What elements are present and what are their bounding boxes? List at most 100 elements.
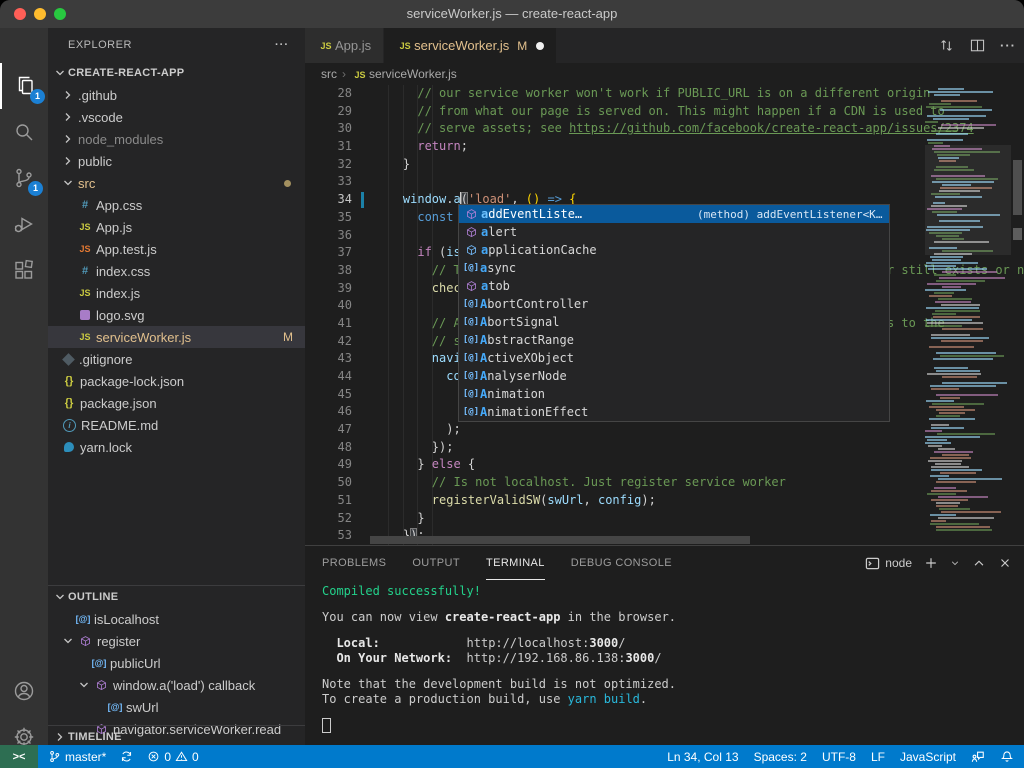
panel-tab-DEBUG CONSOLE[interactable]: DEBUG CONSOLE (571, 546, 672, 579)
panel-tab-TERMINAL[interactable]: TERMINAL (485, 546, 545, 580)
suggest-item-AnalyserNode[interactable]: [@] AnalyserNode (459, 367, 889, 385)
line-number[interactable]: 38 (305, 262, 352, 280)
suggest-item-AnimationEffect[interactable]: [@] AnimationEffect (459, 403, 889, 421)
suggest-item-applicationCache[interactable]: a pplicationCache (459, 241, 889, 259)
line-number[interactable]: 28 (305, 85, 352, 103)
sync-status[interactable] (120, 750, 133, 763)
editor-tab-App.js[interactable]: JS App.js (305, 28, 384, 63)
code-line-51[interactable]: 51 registerValidSW(swUrl, config); (305, 492, 1024, 510)
project-root-row[interactable]: CREATE-REACT-APP (48, 62, 305, 84)
tree-item-public[interactable]: public (48, 150, 305, 172)
unsaved-dot-icon[interactable] (536, 41, 545, 50)
timeline-header[interactable]: TIMELINE (48, 725, 305, 745)
line-number[interactable]: 53 (305, 527, 352, 545)
tree-item-App.js[interactable]: JS App.js (48, 216, 305, 238)
open-changes-icon[interactable] (938, 37, 955, 54)
tree-item-index.js[interactable]: JS index.js (48, 282, 305, 304)
suggest-item-AbstractRange[interactable]: [@] AbstractRange (459, 331, 889, 349)
outline-item-register[interactable]: register (48, 630, 305, 652)
line-number[interactable]: 29 (305, 103, 352, 121)
split-editor-icon[interactable] (969, 37, 986, 54)
eol-status[interactable]: LF (871, 750, 885, 764)
close-panel-icon[interactable] (998, 556, 1012, 570)
outline-item-isLocalhost[interactable]: [@] isLocalhost (48, 608, 305, 630)
outline-item-swUrl[interactable]: [@] swUrl (48, 696, 305, 718)
suggest-item-atob[interactable]: a tob (459, 277, 889, 295)
terminal-dropdown-chevron-icon[interactable] (950, 558, 960, 568)
line-number[interactable]: 35 (305, 209, 352, 227)
cursor-position-status[interactable]: Ln 34, Col 13 (667, 750, 738, 764)
source-control-icon[interactable]: 1 (0, 155, 48, 201)
suggest-item-addEventListe…[interactable]: a ddEventListe… (method) addEventListener<… (459, 205, 889, 223)
line-number[interactable]: 31 (305, 138, 352, 156)
line-number[interactable]: 47 (305, 421, 352, 439)
line-number[interactable]: 40 (305, 297, 352, 315)
explorer-more-actions-icon[interactable]: ··· (275, 28, 289, 62)
remote-indicator[interactable]: >< (0, 745, 38, 768)
search-icon[interactable] (0, 109, 48, 155)
code-line-31[interactable]: 31 return; (305, 138, 1024, 156)
line-number[interactable]: 45 (305, 386, 352, 404)
tree-item-logo.svg[interactable]: logo.svg (48, 304, 305, 326)
code-line-49[interactable]: 49 } else { (305, 456, 1024, 474)
tree-item-src[interactable]: src (48, 172, 305, 194)
code-line-47[interactable]: 47 ); (305, 421, 1024, 439)
indentation-status[interactable]: Spaces: 2 (754, 750, 807, 764)
suggest-item-async[interactable]: [@] a sync (459, 259, 889, 277)
line-number[interactable]: 52 (305, 510, 352, 528)
tree-item-.github[interactable]: .github (48, 84, 305, 106)
suggest-item-alert[interactable]: a lert (459, 223, 889, 241)
line-number[interactable]: 49 (305, 456, 352, 474)
line-number[interactable]: 37 (305, 244, 352, 262)
maximize-panel-icon[interactable] (972, 556, 986, 570)
outline-item-window.a('load') callback[interactable]: window.a('load') callback (48, 674, 305, 696)
accounts-icon[interactable] (0, 668, 48, 714)
tree-item-README.md[interactable]: i README.md (48, 414, 305, 436)
line-number[interactable]: 43 (305, 350, 352, 368)
panel-tab-PROBLEMS[interactable]: PROBLEMS (322, 546, 386, 579)
minimap-slider[interactable] (925, 145, 1011, 255)
outline-header[interactable]: OUTLINE (48, 585, 305, 608)
tree-item-index.css[interactable]: # index.css (48, 260, 305, 282)
tree-item-.vscode[interactable]: .vscode (48, 106, 305, 128)
line-number[interactable]: 50 (305, 474, 352, 492)
line-number[interactable]: 33 (305, 173, 352, 191)
code-line-32[interactable]: 32 } (305, 156, 1024, 174)
outline-item-publicUrl[interactable]: [@] publicUrl (48, 652, 305, 674)
suggest-item-ActiveXObject[interactable]: [@] ActiveXObject (459, 349, 889, 367)
encoding-status[interactable]: UTF-8 (822, 750, 856, 764)
code-line-52[interactable]: 52 } (305, 510, 1024, 528)
editor-tab-serviceWorker.js[interactable]: JS serviceWorker.js M (384, 28, 557, 63)
code-line-28[interactable]: 28 // our service worker won't work if P… (305, 85, 1024, 103)
panel-tab-OUTPUT[interactable]: OUTPUT (412, 546, 460, 579)
git-branch-status[interactable]: master* (48, 750, 106, 764)
line-number[interactable]: 36 (305, 227, 352, 245)
line-number[interactable]: 44 (305, 368, 352, 386)
suggest-item-AbortController[interactable]: [@] AbortController (459, 295, 889, 313)
breadcrumb-item-serviceWorker.js[interactable]: JS serviceWorker.js (351, 67, 456, 81)
vertical-scrollbar-thumb[interactable] (1013, 160, 1022, 215)
line-number[interactable]: 48 (305, 439, 352, 457)
new-terminal-icon[interactable] (924, 556, 938, 570)
suggest-item-Animation[interactable]: [@] Animation (459, 385, 889, 403)
horizontal-scrollbar-thumb[interactable] (370, 536, 750, 544)
code-line-30[interactable]: 30 // serve assets; see https://github.c… (305, 120, 1024, 138)
code-line-33[interactable]: 33 (305, 173, 1024, 191)
code-line-48[interactable]: 48 }); (305, 439, 1024, 457)
explorer-icon[interactable]: 1 (0, 63, 50, 109)
tree-item-node_modules[interactable]: node_modules (48, 128, 305, 150)
code-line-50[interactable]: 50 // Is not localhost. Just register se… (305, 474, 1024, 492)
line-number[interactable]: 32 (305, 156, 352, 174)
line-number[interactable]: 51 (305, 492, 352, 510)
notifications-bell-icon[interactable] (1000, 750, 1014, 764)
line-number[interactable]: 30 (305, 120, 352, 138)
line-number[interactable]: 39 (305, 280, 352, 298)
tree-item-yarn.lock[interactable]: yarn.lock (48, 436, 305, 458)
problems-status[interactable]: 0 0 (147, 750, 199, 764)
terminal-output[interactable]: Compiled successfully! You can now view c… (322, 584, 676, 733)
run-debug-icon[interactable] (0, 201, 48, 247)
vertical-scrollbar[interactable] (1011, 85, 1024, 545)
terminal-shell-picker[interactable]: node (865, 556, 912, 571)
line-number[interactable]: 41 (305, 315, 352, 333)
tree-item-App.css[interactable]: # App.css (48, 194, 305, 216)
